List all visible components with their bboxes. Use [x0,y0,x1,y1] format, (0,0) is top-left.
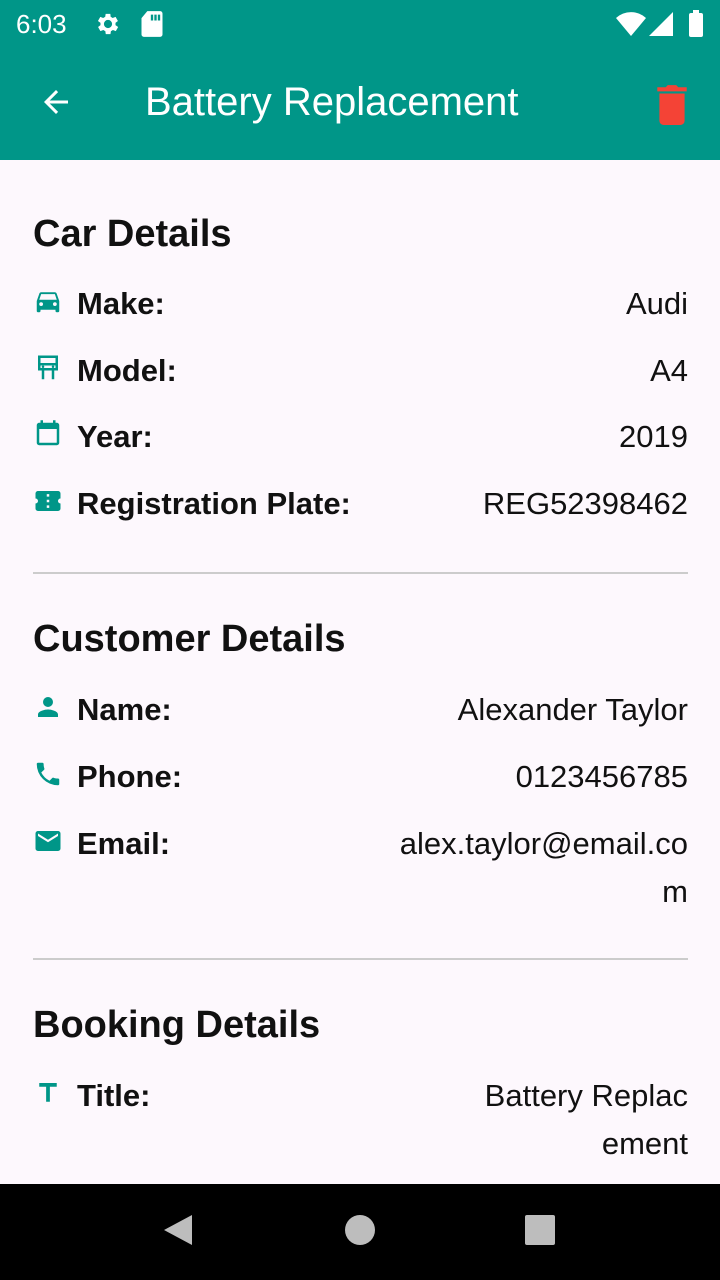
customer-details-section: Customer Details [33,616,688,662]
booking-details-section: Booking Details [33,1002,688,1048]
page-title: Battery Replacement [145,80,519,124]
phone-label: Phone: [77,759,183,794]
back-button[interactable] [30,82,82,126]
title-value: Battery Replacement [484,1078,688,1161]
name-value: Alexander Taylor [457,692,688,727]
person-icon [33,692,63,722]
section-heading: Car Details [33,213,232,255]
email-label: Email: [77,826,171,861]
delete-button[interactable] [646,80,698,132]
status-time: 6:03 [16,9,67,39]
divider [33,572,688,574]
model-value: A4 [650,353,688,388]
nav-home-button[interactable] [336,1208,384,1256]
car-details-section: Car Details [33,211,688,257]
back-triangle-icon [162,1213,194,1252]
calendar-icon [33,419,63,449]
app-bar: Battery Replacement [0,48,720,160]
make-value: Audi [625,286,688,321]
registration-label: Registration Plate: [77,486,351,521]
title-icon [33,1078,63,1108]
name-label: Name: [77,692,172,727]
battery-icon [688,10,704,43]
sd-card-icon [140,10,164,43]
year-label: Year: [77,419,153,454]
trash-icon [655,83,689,130]
title-label: Title: [77,1078,151,1113]
signal-icon [648,10,674,43]
divider [33,958,688,960]
car-icon [33,286,63,316]
phone-value: 0123456785 [515,759,688,794]
car-side-icon [33,353,63,383]
section-heading: Booking Details [33,1004,321,1046]
make-label: Make: [77,286,165,321]
registration-value: REG52398462 [482,486,688,521]
email-icon [33,826,63,856]
recents-square-icon [525,1214,555,1250]
year-value: 2019 [619,419,688,454]
nav-back-button[interactable] [154,1208,202,1256]
plate-icon [33,486,63,516]
email-value: alex.taylor@email.com [399,826,688,909]
nav-recents-button[interactable] [516,1208,564,1256]
status-bar: 6:03 [0,0,720,48]
phone-icon [33,759,63,789]
system-nav-bar [0,1184,720,1280]
wifi-icon [616,10,646,43]
home-circle-icon [344,1214,376,1251]
settings-icon [94,10,122,43]
details-content[interactable]: Car Details Make: Audi Model: A4 Year: 2… [0,160,720,1184]
section-heading: Customer Details [33,618,346,660]
model-label: Model: [77,353,177,388]
arrow-back-icon [38,84,74,125]
